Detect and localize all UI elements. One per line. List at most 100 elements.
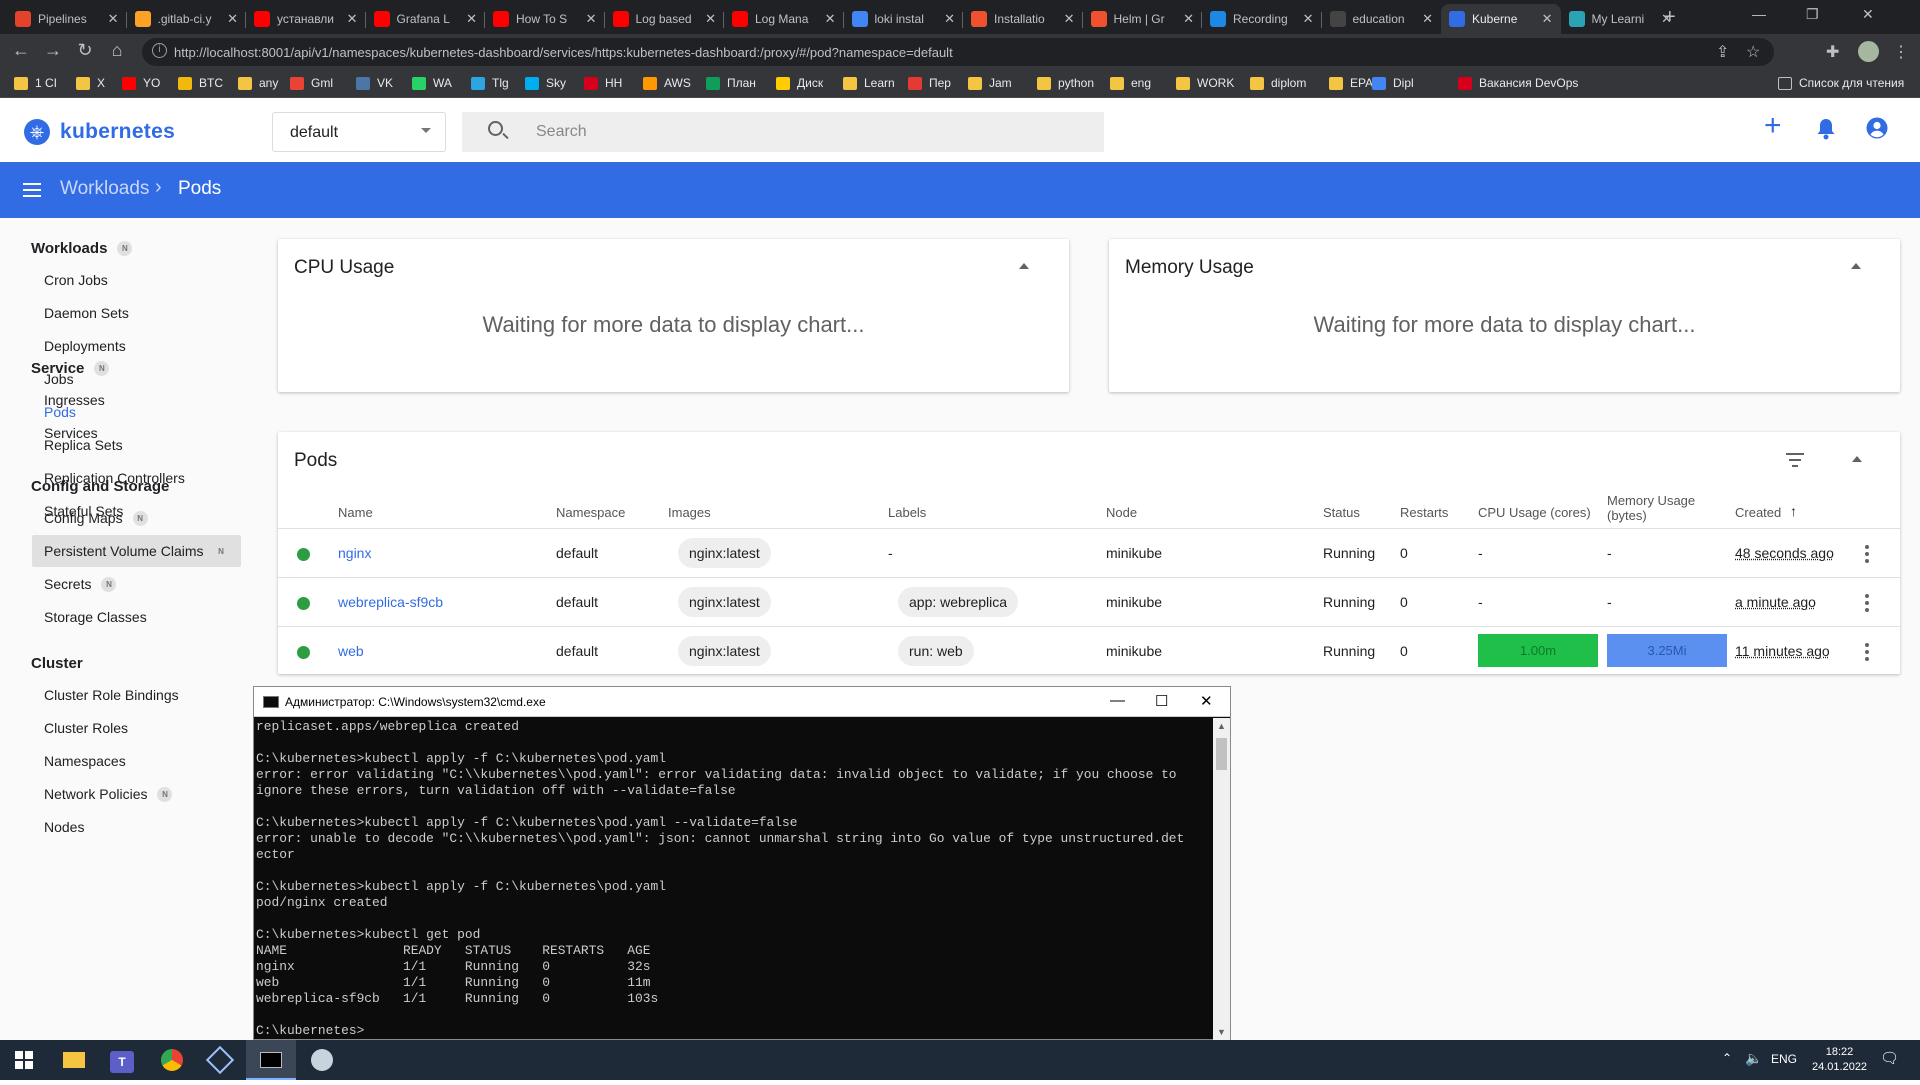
bookmark-item[interactable]: BTC bbox=[178, 76, 223, 90]
browser-menu-icon[interactable]: ⋮ bbox=[1893, 42, 1909, 62]
bookmark-item[interactable]: any bbox=[238, 76, 278, 90]
browser-tab[interactable]: Log Mana ✕ bbox=[724, 4, 844, 34]
breadcrumb-workloads[interactable]: Workloads bbox=[60, 178, 149, 200]
sidebar-item-storage-classes[interactable]: Storage Classes bbox=[44, 609, 147, 625]
kubernetes-logo-icon[interactable]: ⎈ bbox=[24, 119, 50, 145]
filter-icon[interactable] bbox=[1786, 453, 1804, 467]
language-indicator[interactable]: ENG bbox=[1771, 1052, 1797, 1066]
bookmark-item[interactable]: diplom bbox=[1250, 76, 1306, 90]
sidebar-item-config-maps[interactable]: Config Maps N bbox=[44, 510, 148, 526]
memory-sparkline[interactable]: 3.25Mi bbox=[1607, 634, 1727, 667]
bookmark-item[interactable]: Пер bbox=[908, 76, 951, 90]
column-header[interactable]: Restarts bbox=[1400, 505, 1448, 520]
tab-close-icon[interactable]: ✕ bbox=[944, 11, 955, 27]
bookmark-item[interactable]: AWS bbox=[643, 76, 691, 90]
browser-tab[interactable]: Helm | Gr ✕ bbox=[1083, 4, 1203, 34]
sidebar-section-service[interactable]: Service N bbox=[31, 360, 110, 377]
tab-close-icon[interactable]: ✕ bbox=[825, 11, 836, 27]
cmd-minimize-button[interactable]: — bbox=[1110, 692, 1125, 709]
column-header[interactable]: Created bbox=[1735, 505, 1781, 520]
bookmark-item[interactable]: Jam bbox=[968, 76, 1012, 90]
column-header[interactable]: Labels bbox=[888, 505, 926, 520]
sidebar-section-workloads[interactable]: Workloads N bbox=[31, 240, 133, 257]
profile-avatar[interactable] bbox=[1858, 41, 1879, 62]
tab-close-icon[interactable]: ✕ bbox=[227, 11, 238, 27]
browser-tab[interactable]: My Learni ✕ bbox=[1561, 4, 1681, 34]
browser-tab[interactable]: Recording ✕ bbox=[1202, 4, 1322, 34]
bookmark-item[interactable]: Gml bbox=[290, 76, 333, 90]
collapse-caret-icon[interactable] bbox=[1851, 263, 1861, 269]
bookmark-item[interactable]: Tlg bbox=[471, 76, 509, 90]
sidebar-item-daemon-sets[interactable]: Daemon Sets bbox=[44, 305, 129, 321]
sidebar-item-cron-jobs[interactable]: Cron Jobs bbox=[44, 272, 108, 288]
table-row[interactable]: webreplica-sf9cb default nginx:latest app: … bbox=[278, 577, 1900, 626]
pinned-app-icon[interactable] bbox=[298, 1040, 346, 1080]
tab-close-icon[interactable]: ✕ bbox=[1303, 11, 1314, 27]
bookmark-item[interactable]: X bbox=[76, 76, 105, 90]
tab-close-icon[interactable]: ✕ bbox=[108, 11, 119, 27]
cmd-maximize-button[interactable]: ☐ bbox=[1155, 692, 1168, 710]
browser-tab[interactable]: Grafana L ✕ bbox=[366, 4, 486, 34]
browser-tab[interactable]: .gitlab-ci.y ✕ bbox=[127, 4, 247, 34]
browser-tab[interactable]: How To S ✕ bbox=[485, 4, 605, 34]
scroll-down-arrow-icon[interactable]: ▼ bbox=[1217, 1027, 1226, 1037]
close-window-button[interactable]: ✕ bbox=[1862, 6, 1874, 23]
browser-tab[interactable]: education ✕ bbox=[1322, 4, 1442, 34]
tab-close-icon[interactable]: ✕ bbox=[586, 11, 597, 27]
column-header[interactable]: Name bbox=[338, 505, 373, 520]
share-icon[interactable]: ⇪ bbox=[1716, 42, 1729, 62]
pod-name-link[interactable]: nginx bbox=[338, 545, 371, 561]
bookmark-item[interactable]: VK bbox=[356, 76, 393, 90]
scrollbar-thumb[interactable] bbox=[1216, 738, 1227, 770]
bookmark-item[interactable]: 1 CI bbox=[14, 76, 57, 90]
column-header[interactable]: CPU Usage (cores) bbox=[1478, 505, 1591, 520]
pod-name-link[interactable]: web bbox=[338, 643, 364, 659]
tab-close-icon[interactable]: ✕ bbox=[347, 11, 358, 27]
sidebar-item-deployments[interactable]: Deployments bbox=[44, 338, 126, 354]
bookmark-item[interactable]: Диск bbox=[776, 76, 823, 90]
cmd-scrollbar[interactable]: ▲ ▼ bbox=[1213, 718, 1230, 1040]
clock[interactable]: 18:22 24.01.2022 bbox=[1812, 1045, 1867, 1075]
bookmark-item[interactable]: eng bbox=[1110, 76, 1151, 90]
column-header[interactable]: Namespace bbox=[556, 505, 625, 520]
sidebar-item-namespaces[interactable]: Namespaces bbox=[44, 753, 126, 769]
tab-close-icon[interactable]: ✕ bbox=[1542, 11, 1553, 27]
bookmark-item[interactable]: YO bbox=[122, 76, 160, 90]
bookmark-item[interactable]: python bbox=[1037, 76, 1094, 90]
sidebar-item-ingresses[interactable]: Ingresses bbox=[44, 392, 105, 408]
table-row[interactable]: web default nginx:latest run: web minikube Ru… bbox=[278, 626, 1900, 675]
pod-created[interactable]: a minute ago bbox=[1735, 594, 1816, 610]
create-resource-plus-icon[interactable]: + bbox=[1764, 111, 1782, 141]
bookmark-item[interactable]: HH bbox=[584, 76, 622, 90]
bookmark-star-icon[interactable]: ☆ bbox=[1746, 42, 1760, 62]
table-row[interactable]: nginx default nginx:latest - minikube Running… bbox=[278, 528, 1900, 577]
sidebar-item-nodes[interactable]: Nodes bbox=[44, 819, 84, 835]
tray-show-hidden-icon[interactable]: ⌃ bbox=[1722, 1051, 1732, 1065]
column-header[interactable]: Images bbox=[668, 505, 711, 520]
bookmark-item[interactable]: Sky bbox=[525, 76, 566, 90]
collapse-caret-icon[interactable] bbox=[1019, 263, 1029, 269]
minimize-window-button[interactable]: — bbox=[1752, 6, 1766, 22]
address-bar-url[interactable]: http://localhost:8001/api/v1/namespaces/… bbox=[174, 45, 953, 60]
sidebar-item-secrets[interactable]: Secrets N bbox=[44, 576, 117, 592]
column-header[interactable]: Status bbox=[1323, 505, 1360, 520]
bookmark-item[interactable]: Вакансия DevOps bbox=[1458, 76, 1578, 90]
address-bar[interactable]: i http://localhost:8001/api/v1/namespace… bbox=[142, 38, 1774, 66]
file-explorer-icon[interactable] bbox=[50, 1040, 98, 1080]
tab-close-icon[interactable]: ✕ bbox=[1422, 11, 1433, 27]
tab-close-icon[interactable]: ✕ bbox=[1064, 11, 1075, 27]
column-header[interactable]: Node bbox=[1106, 505, 1137, 520]
menu-hamburger-icon[interactable] bbox=[23, 183, 41, 197]
sidebar-section-cluster[interactable]: Cluster bbox=[31, 655, 83, 672]
search-input[interactable]: Search bbox=[462, 112, 1104, 152]
reload-button[interactable]: ↻ bbox=[73, 40, 97, 61]
notifications-bell-icon[interactable] bbox=[1816, 118, 1836, 144]
home-button[interactable]: ⌂ bbox=[105, 40, 129, 61]
restore-window-button[interactable]: ❐ bbox=[1806, 6, 1819, 23]
virtualbox-icon[interactable] bbox=[196, 1040, 244, 1080]
browser-tab[interactable]: loki instal ✕ bbox=[844, 4, 964, 34]
collapse-caret-icon[interactable] bbox=[1852, 456, 1862, 462]
browser-tab[interactable]: Installatio ✕ bbox=[963, 4, 1083, 34]
chrome-icon[interactable] bbox=[148, 1040, 196, 1080]
cpu-sparkline[interactable]: 1.00m bbox=[1478, 634, 1598, 667]
